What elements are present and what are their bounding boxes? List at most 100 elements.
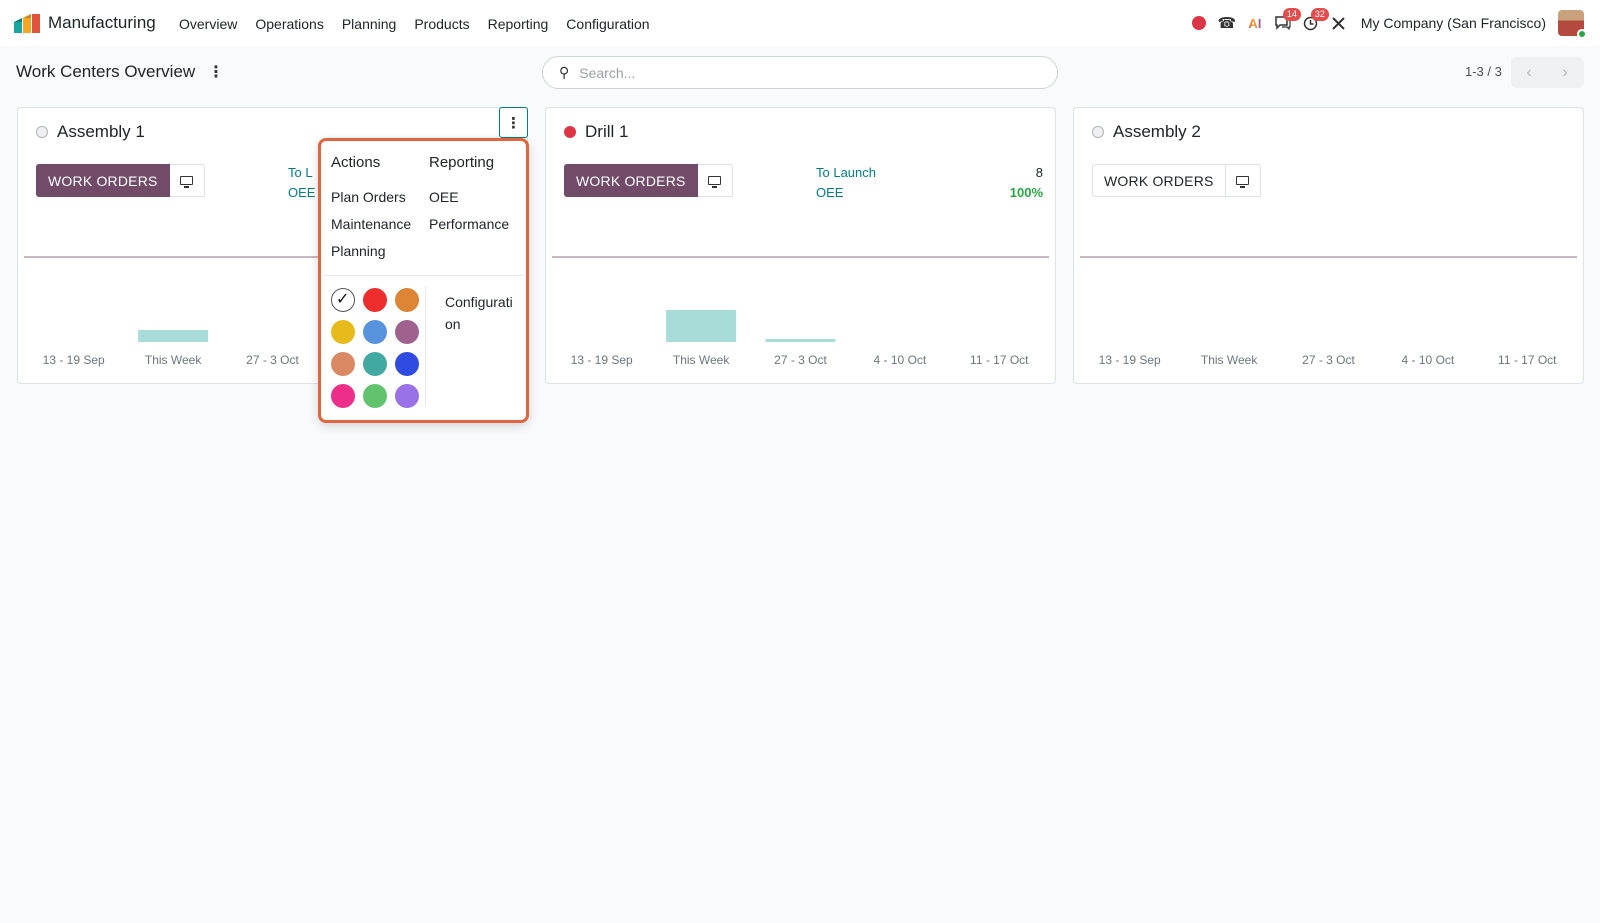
systray: ☎ AI 14 32 My Company (San Francisco): [1185, 0, 1600, 46]
chart-x-tick-label: 13 - 19 Sep: [1099, 353, 1161, 367]
record-icon[interactable]: [1185, 9, 1213, 37]
color-swatch[interactable]: [331, 384, 355, 408]
search-bar: ⚲: [542, 56, 1058, 89]
color-swatch[interactable]: [363, 320, 387, 344]
chart-x-tick-label: 27 - 3 Oct: [246, 353, 299, 367]
to-launch-link[interactable]: To Launch: [816, 163, 876, 183]
manufacturing-app-icon[interactable]: [13, 13, 41, 33]
monitor-icon: [708, 176, 722, 188]
chart-x-tick-label: This Week: [145, 353, 202, 367]
clock-icon[interactable]: 32: [1297, 8, 1329, 37]
card-kebab-button[interactable]: ⋮: [499, 107, 528, 138]
chart-bar[interactable]: [138, 330, 209, 342]
shop-floor-button[interactable]: [169, 164, 205, 197]
online-status-icon: [1577, 29, 1587, 39]
chart-x-tick-label: 11 - 17 Oct: [1498, 353, 1557, 367]
work-orders-button[interactable]: WORK ORDERS: [36, 164, 170, 197]
work-orders-group: WORK ORDERS: [36, 164, 205, 197]
shop-floor-button[interactable]: [1225, 164, 1261, 197]
to-launch-value: 8: [1035, 165, 1043, 180]
menu-overview[interactable]: Overview: [170, 15, 246, 33]
search-icon: ⚲: [559, 64, 570, 80]
color-swatch[interactable]: [395, 384, 419, 408]
color-swatch[interactable]: [395, 288, 419, 312]
oee-value: 100%: [1009, 185, 1043, 200]
kebab-menu-icon[interactable]: ⋮: [208, 62, 224, 82]
workload-chart: 13 - 19 Sep This Week 27 - 3 Oct 4 - 10 Oct…: [1080, 256, 1577, 367]
work-orders-group: WORK ORDERS: [564, 164, 733, 197]
work-orders-group: WORK ORDERS: [1092, 164, 1261, 197]
color-picker: [331, 288, 419, 408]
work-orders-button[interactable]: WORK ORDERS: [564, 164, 698, 197]
card-dropdown-menu: Actions Plan Orders Maintenance Planning…: [318, 138, 529, 423]
pager-nav: ‹ ›: [1511, 57, 1584, 88]
color-swatch[interactable]: [395, 320, 419, 344]
menu-planning[interactable]: Planning: [333, 15, 406, 33]
ai-icon[interactable]: AI: [1241, 9, 1269, 37]
chart-x-tick-label: 13 - 19 Sep: [571, 353, 633, 367]
chart-x-tick-label: 13 - 19 Sep: [43, 353, 105, 367]
oee-link[interactable]: OEE: [288, 183, 315, 203]
configuration-item[interactable]: Configuration: [445, 291, 519, 335]
actions-header: Actions: [331, 154, 381, 171]
menu-reporting[interactable]: Reporting: [479, 15, 558, 33]
work-orders-button[interactable]: WORK ORDERS: [1092, 164, 1226, 197]
maintenance-item[interactable]: Maintenance: [331, 211, 411, 238]
divider: [325, 275, 523, 276]
chart-x-tick-label: 11 - 17 Oct: [970, 353, 1029, 367]
company-switcher[interactable]: My Company (San Francisco): [1361, 15, 1546, 31]
oee-link[interactable]: OEE: [816, 183, 843, 203]
color-swatch[interactable]: [331, 320, 355, 344]
workcenter-name[interactable]: Drill 1: [585, 122, 628, 142]
workcenter-card: Assembly 2 WORK ORDERS 13 - 19 Sep This W…: [1073, 107, 1584, 384]
shop-floor-button[interactable]: [697, 164, 733, 197]
main-menu: Overview Operations Planning Products Re…: [170, 15, 659, 33]
chart-bar[interactable]: [666, 310, 737, 342]
menu-operations[interactable]: Operations: [246, 15, 332, 33]
oee-report-item[interactable]: OEE: [429, 184, 509, 211]
color-swatch[interactable]: [363, 288, 387, 312]
workcenter-card: Drill 1 WORK ORDERS To Launch 8 OEE 100% 1…: [545, 107, 1056, 384]
divider: [425, 286, 426, 406]
plan-orders-item[interactable]: Plan Orders: [331, 184, 411, 211]
status-indicator-icon: [564, 126, 576, 138]
chart-x-tick-label: 27 - 3 Oct: [774, 353, 827, 367]
card-title: Assembly 2: [1092, 122, 1201, 142]
color-swatch[interactable]: [363, 352, 387, 376]
pager-value[interactable]: 1-3 / 3: [1465, 64, 1502, 79]
chart-x-tick-label: This Week: [1201, 353, 1258, 367]
chart-bar[interactable]: [765, 339, 836, 342]
card-title: Drill 1: [564, 122, 628, 142]
workload-chart: 13 - 19 Sep This Week 27 - 3 Oct 4 - 10 Oct…: [552, 256, 1049, 367]
workcenter-name[interactable]: Assembly 1: [57, 122, 145, 142]
monitor-icon: [1236, 176, 1250, 188]
menu-configuration[interactable]: Configuration: [557, 15, 658, 33]
reporting-section: Reporting OEE Performance: [429, 154, 509, 238]
reporting-header: Reporting: [429, 154, 495, 171]
monitor-icon: [180, 176, 194, 188]
no-color-swatch[interactable]: [331, 288, 355, 312]
color-swatch[interactable]: [395, 352, 419, 376]
to-launch-link[interactable]: To L: [288, 163, 313, 183]
performance-report-item[interactable]: Performance: [429, 211, 509, 238]
top-navbar: Manufacturing Overview Operations Planni…: [0, 0, 1600, 46]
color-swatch[interactable]: [363, 384, 387, 408]
app-name[interactable]: Manufacturing: [48, 13, 156, 33]
chart-x-tick-label: 4 - 10 Oct: [1402, 353, 1455, 367]
pager-next-icon[interactable]: ›: [1547, 57, 1583, 88]
color-swatch[interactable]: [331, 352, 355, 376]
chart-x-tick-label: 27 - 3 Oct: [1302, 353, 1355, 367]
workcenter-name[interactable]: Assembly 2: [1113, 122, 1201, 142]
messages-icon[interactable]: 14: [1269, 8, 1301, 37]
user-avatar[interactable]: [1558, 10, 1587, 39]
pager-previous-icon[interactable]: ‹: [1511, 57, 1547, 88]
card-title: Assembly 1: [36, 122, 145, 142]
planning-item[interactable]: Planning: [331, 238, 411, 265]
chart-x-tick-label: 4 - 10 Oct: [874, 353, 927, 367]
stats: To Launch 8 OEE 100%: [816, 163, 1043, 203]
actions-section: Actions Plan Orders Maintenance Planning: [331, 154, 411, 265]
menu-products[interactable]: Products: [405, 15, 478, 33]
search-input[interactable]: [579, 64, 1020, 81]
tools-icon[interactable]: [1325, 9, 1353, 37]
phone-icon[interactable]: ☎: [1213, 9, 1241, 37]
